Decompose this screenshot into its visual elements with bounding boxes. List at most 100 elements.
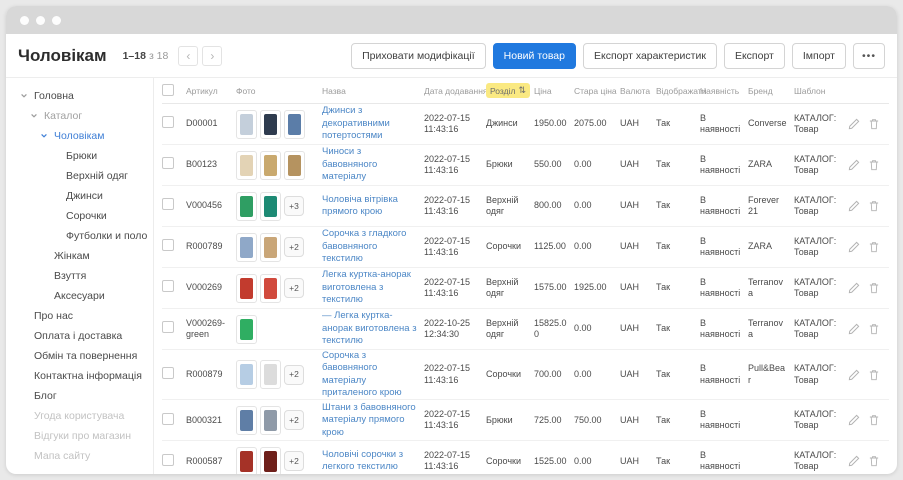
- column-header-section[interactable]: Розділ ⇅: [486, 83, 534, 98]
- row-checkbox[interactable]: [162, 280, 174, 292]
- product-photo[interactable]: [236, 274, 257, 303]
- export-characteristics-button[interactable]: Експорт характеристик: [583, 43, 717, 69]
- select-all-checkbox[interactable]: [162, 84, 174, 96]
- row-checkbox[interactable]: [162, 454, 174, 466]
- product-name-link[interactable]: Чоловіча вітрівка прямого крою: [322, 194, 398, 217]
- column-header-brand[interactable]: Бренд: [748, 86, 794, 96]
- product-name-link[interactable]: — Легка куртка-анорак виготовлена з текс…: [322, 310, 417, 346]
- column-header-date[interactable]: Дата додавання: [424, 86, 486, 96]
- column-header-display[interactable]: Відображати: [656, 86, 700, 96]
- row-checkbox[interactable]: [162, 116, 174, 128]
- product-photo[interactable]: [260, 110, 281, 139]
- product-name-link[interactable]: Чиноси з бавовняного матеріалу: [322, 146, 377, 182]
- delete-icon[interactable]: [868, 369, 880, 381]
- product-photo[interactable]: [236, 233, 257, 262]
- sidebar-item[interactable]: Відгуки про магазин: [6, 426, 153, 446]
- column-header-price[interactable]: Ціна: [534, 86, 574, 96]
- row-checkbox[interactable]: [162, 367, 174, 379]
- edit-icon[interactable]: [848, 241, 860, 253]
- column-header-availability[interactable]: Наявність: [700, 86, 748, 96]
- product-photo[interactable]: [236, 192, 257, 221]
- delete-icon[interactable]: [868, 159, 880, 171]
- sidebar-item[interactable]: Каталог: [6, 106, 153, 126]
- product-name-link[interactable]: Легка куртка-анорак виготовлена з тексти…: [322, 269, 411, 305]
- column-header-photo[interactable]: Фото: [236, 86, 322, 96]
- sidebar-item[interactable]: Джинси: [6, 186, 153, 206]
- sidebar-item[interactable]: Верхній одяг: [6, 166, 153, 186]
- product-photo[interactable]: [260, 360, 281, 389]
- product-photo[interactable]: [236, 151, 257, 180]
- product-photo[interactable]: [284, 110, 305, 139]
- product-name-link[interactable]: Сорочка з гладкого бавовняного текстилю: [322, 228, 406, 264]
- product-photo[interactable]: [260, 406, 281, 435]
- product-name-link[interactable]: Джинси з декоративними потертостями: [322, 105, 390, 141]
- product-photo[interactable]: [236, 447, 257, 474]
- edit-icon[interactable]: [848, 369, 860, 381]
- product-photo[interactable]: [260, 233, 281, 262]
- column-header-currency[interactable]: Валюта: [620, 86, 656, 96]
- column-header-old-price[interactable]: Стара ціна: [574, 86, 620, 96]
- sidebar-item[interactable]: Угода користувача: [6, 406, 153, 426]
- delete-icon[interactable]: [868, 200, 880, 212]
- row-checkbox[interactable]: [162, 321, 174, 333]
- product-name-link[interactable]: Штани з бавовняного матеріалу прямого кр…: [322, 402, 416, 438]
- row-checkbox[interactable]: [162, 198, 174, 210]
- sidebar-item[interactable]: Оплата і доставка: [6, 326, 153, 346]
- row-checkbox[interactable]: [162, 157, 174, 169]
- product-photo[interactable]: [260, 447, 281, 474]
- delete-icon[interactable]: [868, 323, 880, 335]
- sidebar-item[interactable]: Головна: [6, 86, 153, 106]
- edit-icon[interactable]: [848, 159, 860, 171]
- sidebar-item[interactable]: Мапа сайту: [6, 446, 153, 466]
- more-photos-badge[interactable]: +3: [284, 196, 304, 216]
- column-header-name[interactable]: Назва: [322, 86, 424, 96]
- delete-icon[interactable]: [868, 282, 880, 294]
- product-name-link[interactable]: Чоловічі сорочки з легкого текстилю: [322, 449, 403, 472]
- product-photo[interactable]: [236, 315, 257, 344]
- sidebar-item[interactable]: Чоловікам: [6, 126, 153, 146]
- sidebar-item[interactable]: Взуття: [6, 266, 153, 286]
- column-header-template[interactable]: Шаблон: [794, 86, 848, 96]
- edit-icon[interactable]: [848, 323, 860, 335]
- export-button[interactable]: Експорт: [724, 43, 785, 69]
- import-button[interactable]: Імпорт: [792, 43, 846, 69]
- row-checkbox[interactable]: [162, 413, 174, 425]
- more-photos-badge[interactable]: +2: [284, 410, 304, 430]
- pagination-next-button[interactable]: ›: [202, 46, 222, 66]
- sidebar-item[interactable]: Про нас: [6, 306, 153, 326]
- edit-icon[interactable]: [848, 414, 860, 426]
- product-photo[interactable]: [236, 110, 257, 139]
- pagination-prev-button[interactable]: ‹: [178, 46, 198, 66]
- delete-icon[interactable]: [868, 414, 880, 426]
- sidebar-item[interactable]: Футболки и поло: [6, 226, 153, 246]
- more-actions-button[interactable]: •••: [853, 43, 885, 69]
- new-product-button[interactable]: Новий товар: [493, 43, 576, 69]
- product-photo[interactable]: [236, 406, 257, 435]
- sidebar-item[interactable]: Брюки: [6, 146, 153, 166]
- product-photo[interactable]: [260, 151, 281, 180]
- delete-icon[interactable]: [868, 241, 880, 253]
- delete-icon[interactable]: [868, 455, 880, 467]
- sidebar-item[interactable]: Сорочки: [6, 206, 153, 226]
- product-photo[interactable]: [284, 151, 305, 180]
- sidebar-item[interactable]: Обмін та повернення: [6, 346, 153, 366]
- more-photos-badge[interactable]: +2: [284, 237, 304, 257]
- more-photos-badge[interactable]: +2: [284, 451, 304, 471]
- sidebar-item[interactable]: Контактна інформація: [6, 366, 153, 386]
- product-photo[interactable]: [260, 274, 281, 303]
- delete-icon[interactable]: [868, 118, 880, 130]
- edit-icon[interactable]: [848, 455, 860, 467]
- sidebar-item[interactable]: Жінкам: [6, 246, 153, 266]
- more-photos-badge[interactable]: +2: [284, 278, 304, 298]
- row-checkbox[interactable]: [162, 239, 174, 251]
- edit-icon[interactable]: [848, 118, 860, 130]
- edit-icon[interactable]: [848, 200, 860, 212]
- more-photos-badge[interactable]: +2: [284, 365, 304, 385]
- product-photo[interactable]: [260, 192, 281, 221]
- edit-icon[interactable]: [848, 282, 860, 294]
- sidebar-item[interactable]: Блог: [6, 386, 153, 406]
- sidebar-item[interactable]: Аксесуари: [6, 286, 153, 306]
- column-header-sku[interactable]: Артикул: [186, 86, 236, 96]
- product-name-link[interactable]: Сорочка з бавовняного матеріалу притален…: [322, 350, 402, 398]
- product-photo[interactable]: [236, 360, 257, 389]
